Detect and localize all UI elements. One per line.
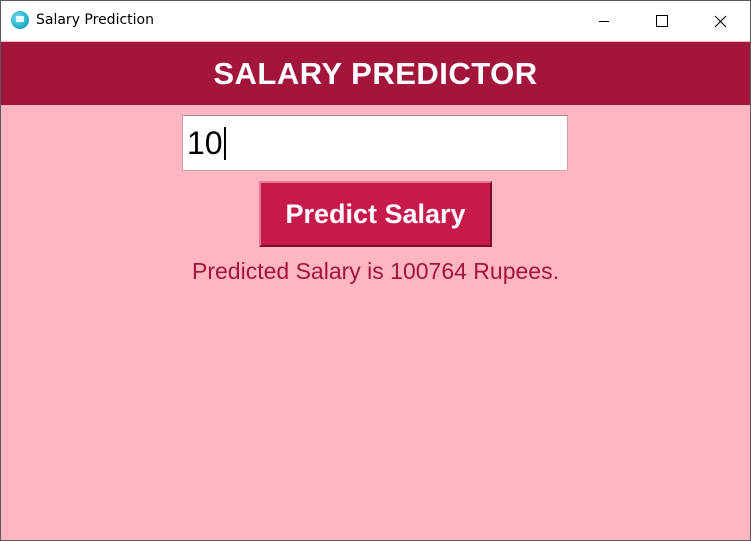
app-icon [11,11,29,29]
minimize-button[interactable] [581,1,627,41]
maximize-button[interactable] [639,1,685,41]
maximize-icon [656,15,668,27]
text-caret [223,127,226,160]
window-title: Salary Prediction [36,12,154,28]
years-experience-input[interactable]: 10 [182,115,568,171]
prediction-result: Predicted Salary is 100764 Rupees. [192,258,559,284]
close-button[interactable] [697,1,743,41]
title-bar[interactable]: Salary Prediction [1,1,750,41]
minimize-icon [599,21,609,22]
predict-salary-button[interactable]: Predict Salary [259,181,492,247]
input-value: 10 [187,125,226,162]
app-window: Salary Prediction SALARY PREDICTOR 10 Pr… [0,0,751,541]
header-banner: SALARY PREDICTOR [1,42,750,105]
close-icon [714,15,727,28]
page-title: SALARY PREDICTOR [213,56,538,91]
